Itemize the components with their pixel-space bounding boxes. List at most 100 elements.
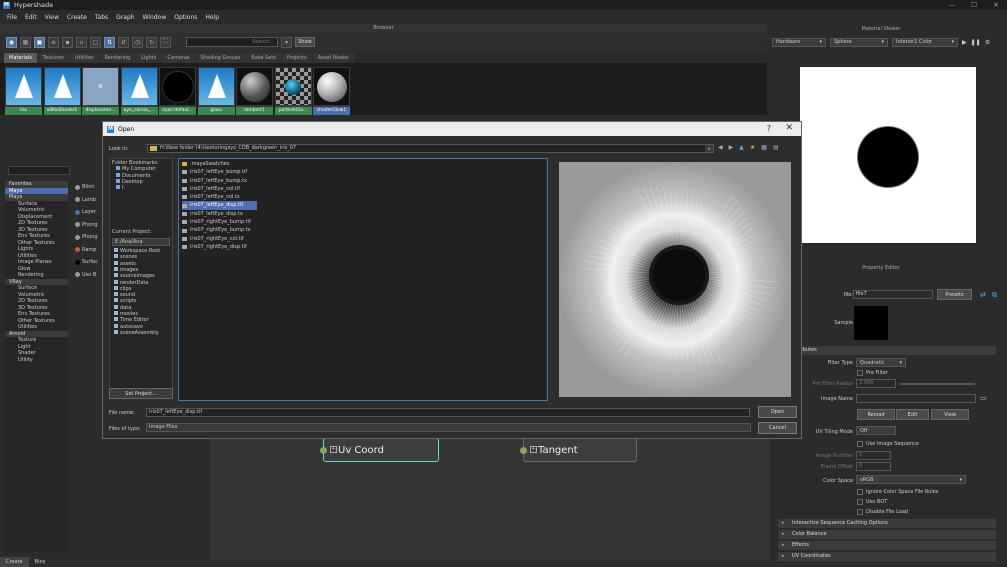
- search-dropdown-icon[interactable]: ▾: [281, 36, 292, 48]
- file-item[interactable]: iris07_rightEye_bump.tif: [182, 218, 544, 226]
- files-of-type-dropdown[interactable]: Image Files: [146, 423, 751, 432]
- tangent-node[interactable]: + Tangent: [520, 438, 637, 462]
- file-item[interactable]: iris07_rightEye_disp.tif: [182, 243, 544, 251]
- input-port-icon[interactable]: [520, 447, 527, 454]
- close-icon[interactable]: ✕: [985, 0, 1007, 10]
- small-swatch-icon[interactable]: ▪: [62, 36, 73, 48]
- menu-options[interactable]: Options: [174, 14, 197, 21]
- icons-view-icon[interactable]: ▣: [34, 36, 45, 48]
- tab-lights[interactable]: Lights: [136, 53, 162, 63]
- file-item[interactable]: iris07_leftEye_disp.tif: [182, 201, 257, 210]
- presets-button[interactable]: Presets: [937, 289, 972, 300]
- minimize-icon[interactable]: —: [941, 0, 963, 10]
- list-view-icon[interactable]: ▦: [761, 144, 767, 151]
- use-image-sequence-checkbox[interactable]: Use Image Sequence: [857, 441, 919, 447]
- tab-create[interactable]: Create: [0, 557, 29, 567]
- tab-asset-nodes[interactable]: Asset Nodes: [312, 53, 354, 63]
- file-name-input[interactable]: iris07_leftEye_disp.tif: [146, 408, 750, 417]
- material-swatch[interactable]: particleClo...: [274, 67, 312, 115]
- pre-filter-checkbox[interactable]: Pre Filter: [857, 370, 888, 376]
- renderer-dropdown[interactable]: Hardware ▾: [772, 37, 826, 47]
- tab-textures[interactable]: Textures: [37, 53, 69, 63]
- play-icon[interactable]: ▶: [962, 39, 967, 46]
- sort-type-icon[interactable]: ⇵: [118, 36, 129, 48]
- file-item[interactable]: iris07_leftEye_disp.tx: [182, 210, 544, 218]
- interactive-sequence-section[interactable]: Interactive Sequence Caching Options: [778, 519, 996, 528]
- material-swatch[interactable]: aiMixShader1: [43, 67, 81, 115]
- pre-filter-radius-slider[interactable]: [900, 383, 975, 385]
- node-type-item[interactable]: Use B: [75, 269, 103, 282]
- node-type-item[interactable]: Phong: [75, 231, 103, 244]
- tab-projects[interactable]: Projects: [281, 53, 312, 63]
- file-item[interactable]: iris07_leftEye_bump.tx: [182, 177, 544, 185]
- material-swatch[interactable]: iris: [5, 67, 42, 115]
- tab-cameras[interactable]: Cameras: [162, 53, 195, 63]
- input-port-icon[interactable]: [320, 447, 327, 454]
- material-swatch[interactable]: ⬢ displaceme...: [82, 67, 119, 115]
- bookmark-item[interactable]: I:: [112, 185, 170, 191]
- reload-button[interactable]: Reload: [857, 409, 895, 420]
- menu-file[interactable]: File: [7, 14, 17, 21]
- close-icon[interactable]: ✕: [785, 123, 793, 133]
- show-button[interactable]: Show: [295, 37, 315, 47]
- material-swatch[interactable]: lambert1: [236, 67, 273, 115]
- node-type-item[interactable]: Blinn: [75, 181, 103, 194]
- disable-file-load-checkbox[interactable]: Disable File Load: [857, 509, 908, 515]
- expand-icon[interactable]: +: [530, 446, 537, 453]
- menu-tabs[interactable]: Tabs: [95, 14, 108, 21]
- node-type-item[interactable]: Phong: [75, 219, 103, 232]
- menu-create[interactable]: Create: [67, 14, 87, 21]
- environment-dropdown[interactable]: Interior1 Color ▾: [892, 37, 958, 47]
- maximize-icon[interactable]: ☐: [963, 0, 985, 10]
- pause-icon[interactable]: ❚❚: [971, 39, 981, 46]
- open-button[interactable]: Open: [758, 406, 797, 418]
- uv-coord-node[interactable]: + Uv Coord: [320, 438, 439, 462]
- pre-filter-radius-input[interactable]: 2.000: [856, 379, 896, 388]
- look-in-dropdown[interactable]: H:\New folder (4)\texturingxyz_CDB_darkg…: [147, 144, 714, 153]
- create-search-input[interactable]: [8, 166, 70, 175]
- menu-edit[interactable]: Edit: [25, 14, 37, 21]
- menu-window[interactable]: Window: [143, 14, 167, 21]
- expand-icon[interactable]: +: [330, 446, 337, 453]
- menu-graph[interactable]: Graph: [116, 14, 134, 21]
- uv-tiling-dropdown[interactable]: Off: [856, 426, 896, 435]
- material-swatch[interactable]: shaderGlow1: [313, 67, 350, 115]
- medium-swatch-icon[interactable]: ▫: [76, 36, 87, 48]
- copy-tab-icon[interactable]: ⧉: [992, 291, 997, 300]
- frame-offset-input[interactable]: 0: [856, 462, 891, 471]
- color-space-dropdown[interactable]: sRGB ▾: [856, 475, 966, 484]
- effects-section[interactable]: Effects: [778, 541, 996, 550]
- sort-time-icon[interactable]: ◷: [132, 36, 143, 48]
- up-folder-icon[interactable]: ▲: [739, 144, 744, 151]
- file-item[interactable]: iris07_leftEye_col.tif: [182, 185, 544, 193]
- frame-icon[interactable]: ⛶: [160, 36, 171, 48]
- back-icon[interactable]: ◀: [718, 144, 723, 151]
- image-number-input[interactable]: 0: [856, 451, 891, 460]
- tab-rendering[interactable]: Rendering: [99, 53, 136, 63]
- file-item[interactable]: iris07_rightEye_col.tif: [182, 235, 544, 243]
- settings-icon[interactable]: ⚙: [985, 39, 990, 46]
- tree-item[interactable]: Utility: [5, 357, 68, 364]
- node-type-item[interactable]: Ramp: [75, 244, 103, 257]
- material-swatch[interactable]: eye_cornia_...: [120, 67, 158, 115]
- render-toggle-icon[interactable]: ◉: [6, 36, 17, 48]
- attributes-section[interactable]: Attributes: [778, 346, 996, 355]
- node-graph[interactable]: + Uv Coord + Tangent: [210, 425, 770, 560]
- node-type-item[interactable]: Lamb: [75, 194, 103, 207]
- menu-view[interactable]: View: [45, 14, 59, 21]
- node-type-item[interactable]: Layer: [75, 206, 103, 219]
- tab-bins[interactable]: Bins: [29, 557, 52, 567]
- file-item[interactable]: iris07_leftEye_col.tx: [182, 193, 544, 201]
- cancel-button[interactable]: Cancel: [758, 422, 797, 434]
- material-swatch[interactable]: glass: [197, 67, 235, 115]
- project-folder-item[interactable]: sceneAssembly: [112, 329, 170, 336]
- forward-icon[interactable]: ▶: [729, 144, 734, 151]
- tab-shading-groups[interactable]: Shading Groups: [195, 53, 246, 63]
- focus-icon[interactable]: ⇄: [980, 291, 986, 299]
- ignore-color-space-checkbox[interactable]: Ignore Color Space File Rules: [857, 489, 938, 495]
- file-item[interactable]: .mayaSwatches: [182, 160, 544, 168]
- menu-help[interactable]: Help: [205, 14, 219, 21]
- file-node-name-input[interactable]: file7: [853, 290, 933, 299]
- large-swatch-icon[interactable]: □: [90, 36, 101, 48]
- detail-view-icon[interactable]: ▤: [773, 144, 779, 151]
